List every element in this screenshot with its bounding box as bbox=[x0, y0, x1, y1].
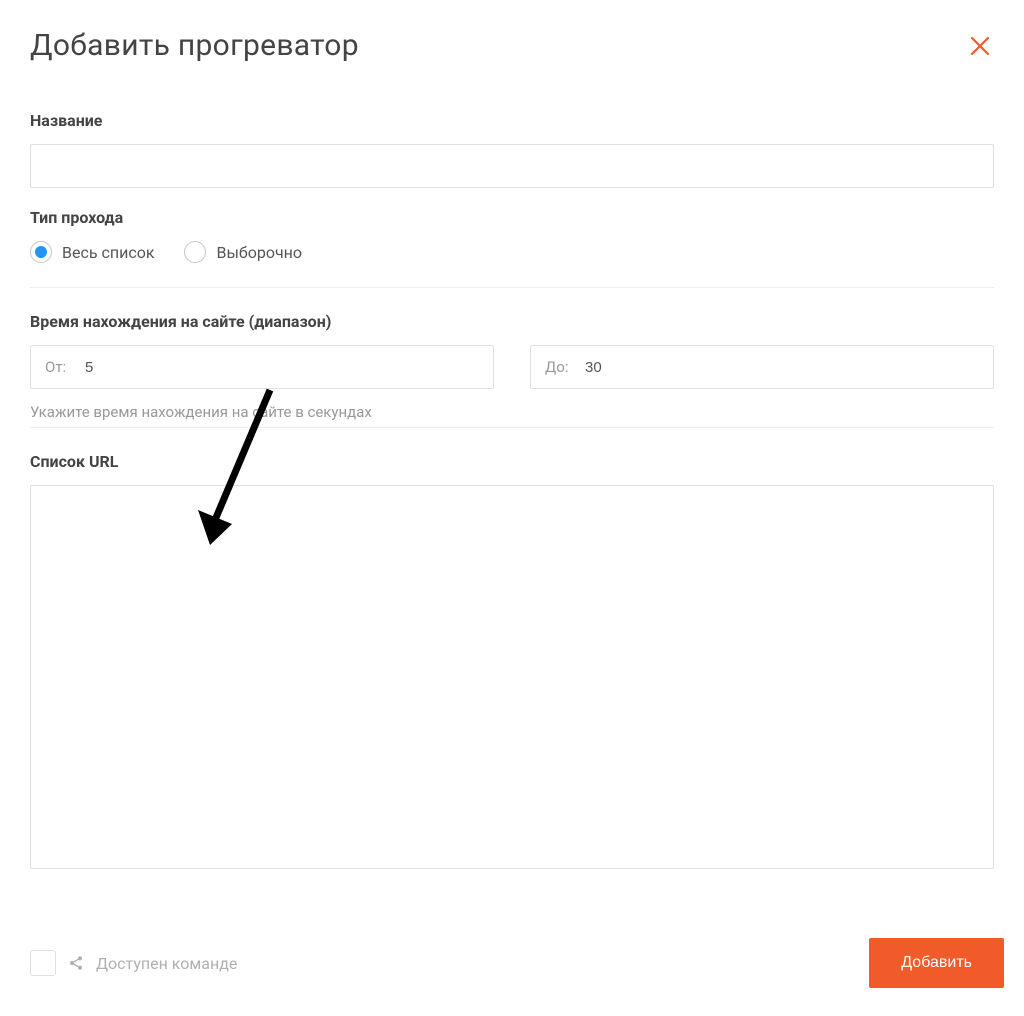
to-prefix: До: bbox=[545, 358, 573, 376]
from-prefix: От: bbox=[45, 358, 73, 376]
add-button[interactable]: Добавить bbox=[869, 938, 1004, 988]
checkbox-icon bbox=[30, 950, 56, 976]
name-label: Название bbox=[30, 111, 994, 130]
time-helper-text: Укажите время нахождения на сайте в секу… bbox=[30, 403, 994, 421]
close-icon bbox=[968, 34, 992, 58]
time-to-box[interactable]: До: bbox=[530, 345, 994, 389]
time-from-box[interactable]: От: bbox=[30, 345, 494, 389]
url-list-label: Список URL bbox=[30, 452, 994, 471]
radio-full-label: Весь список bbox=[62, 243, 154, 262]
radio-selected-icon bbox=[30, 241, 52, 263]
share-icon bbox=[68, 955, 84, 971]
url-list-textarea[interactable] bbox=[30, 485, 994, 869]
time-to-input[interactable] bbox=[585, 359, 979, 376]
name-input[interactable] bbox=[30, 144, 994, 188]
team-available-toggle[interactable]: Доступен команде bbox=[30, 950, 237, 976]
radio-selective[interactable]: Выборочно bbox=[184, 241, 302, 263]
time-range-label: Время нахождения на сайте (диапазон) bbox=[30, 312, 994, 331]
pass-type-label: Тип прохода bbox=[30, 208, 994, 227]
modal-title: Добавить прогреватор bbox=[30, 28, 359, 63]
close-button[interactable] bbox=[966, 32, 994, 60]
radio-full-list[interactable]: Весь список bbox=[30, 241, 154, 263]
divider bbox=[30, 287, 994, 288]
team-label: Доступен команде bbox=[96, 954, 237, 973]
divider bbox=[30, 427, 994, 428]
radio-selective-label: Выборочно bbox=[216, 243, 302, 262]
time-from-input[interactable] bbox=[85, 359, 479, 376]
radio-unselected-icon bbox=[184, 241, 206, 263]
